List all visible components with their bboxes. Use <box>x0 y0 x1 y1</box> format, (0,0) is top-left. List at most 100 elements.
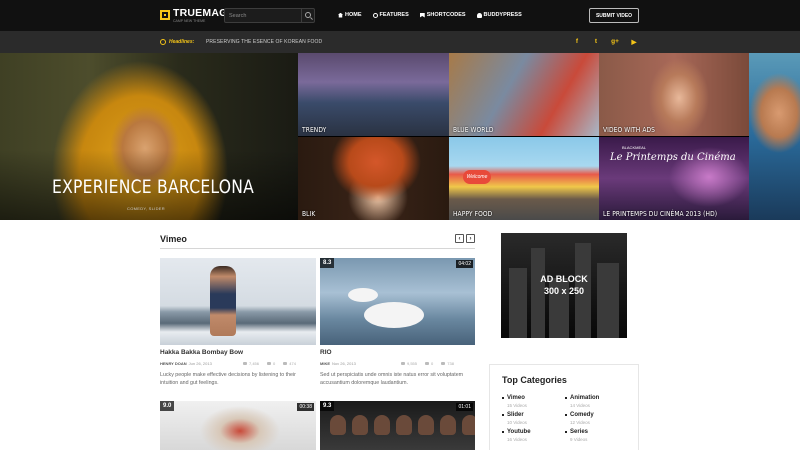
category-count: 10 Videos <box>507 420 527 425</box>
search-input[interactable] <box>225 9 303 22</box>
top-categories-widget: Top Categories Vimeo 15 Videos Animation… <box>489 364 639 450</box>
nav-item-label: FEATURES <box>379 12 409 18</box>
bullet-icon <box>565 397 567 399</box>
hero-tile-caption: VIDEO WITH ADS <box>603 126 656 134</box>
hero-tile-caption: HAPPY FOOD <box>453 210 493 218</box>
bullet-icon <box>502 414 504 416</box>
search-icon <box>305 12 311 18</box>
video-stats: 9,555 0 738 <box>401 361 454 366</box>
bullet-icon <box>502 397 504 399</box>
eye-icon <box>243 362 247 365</box>
poster-script-title: Le Printemps du Cinéma <box>610 152 736 163</box>
comments-stat: 0 <box>267 361 275 366</box>
facebook-icon[interactable]: f <box>573 38 581 46</box>
chevron-right-icon: › <box>469 235 472 242</box>
hero-tile[interactable] <box>749 53 800 220</box>
video-author[interactable]: HENRY DOAN <box>160 361 187 366</box>
site-logo[interactable]: TRUEMAG CAMP NEW THEME <box>160 7 228 23</box>
hero-slider: EXPERIENCE BARCELONA COMEDY, SLIDER TREN… <box>0 53 800 220</box>
nav-item-shortcodes[interactable]: SHORTCODES <box>419 12 466 18</box>
user-icon <box>476 12 482 18</box>
video-meta: HENRY DOAN Jun 26, 2013 <box>160 361 212 366</box>
hero-tile[interactable]: BLUE WORLD <box>449 53 599 136</box>
poster-brand: BLACKMEAL <box>622 145 647 150</box>
category-count: 15 Videos <box>507 403 527 408</box>
likes-count: 738 <box>447 361 454 366</box>
swan-shape <box>348 288 378 302</box>
youtube-icon[interactable]: ▶ <box>630 38 638 46</box>
duration-badge: 04:02 <box>456 260 473 268</box>
category-name: Comedy <box>570 412 594 418</box>
views-count: 9,555 <box>407 361 418 366</box>
search-button[interactable] <box>301 9 314 22</box>
twitter-icon[interactable]: t <box>592 38 600 46</box>
search-box <box>224 8 315 23</box>
home-icon <box>338 12 343 18</box>
swan-shape <box>364 302 424 328</box>
section-title: Vimeo <box>160 234 187 244</box>
video-description: Lucky people make effective decisions by… <box>160 372 296 386</box>
eye-icon <box>401 362 405 365</box>
video-description: Sed ut perspiciatis unde omnis iste natu… <box>320 372 464 386</box>
bullet-icon <box>565 431 567 433</box>
duration-badge: 01:01 <box>456 403 473 411</box>
thumbnail-figures <box>330 415 475 435</box>
video-meta: MIKE Nov 26, 2013 <box>320 361 356 366</box>
ad-block[interactable]: AD BLOCK 300 x 250 <box>501 233 627 338</box>
thumbnail-figure <box>210 266 236 336</box>
nav-item-features[interactable]: FEATURES <box>372 12 409 18</box>
comments-count: 0 <box>431 361 434 366</box>
headline-link[interactable]: PRESERVING THE ESENCE OF KOREAN FOOD <box>206 39 322 45</box>
next-button[interactable]: › <box>466 234 475 243</box>
category-name: Slider <box>507 412 524 418</box>
category-count: 14 Videos <box>570 403 590 408</box>
nav-item-label: SHORTCODES <box>426 12 466 18</box>
video-thumbnail[interactable]: 9.3 01:01 <box>320 401 475 450</box>
hero-categories: COMEDY, SLIDER <box>127 206 165 211</box>
video-title[interactable]: RIO <box>320 349 332 356</box>
comments-stat: 0 <box>425 361 433 366</box>
nav-item-home[interactable]: HOME <box>338 12 362 18</box>
section-divider <box>160 248 475 249</box>
bullet-icon <box>502 431 504 433</box>
thumbs-up-icon <box>441 362 446 365</box>
video-thumbnail[interactable] <box>160 258 316 345</box>
video-thumbnail[interactable]: 8.3 04:02 <box>320 258 475 345</box>
submit-video-button[interactable]: SUBMIT VIDEO <box>589 8 639 23</box>
hero-tile-caption: BLIK <box>302 210 316 218</box>
social-links: f t g+ ▶ <box>573 38 638 46</box>
views-count: 7,456 <box>249 361 260 366</box>
prev-button[interactable]: ‹ <box>455 234 464 243</box>
rating-badge: 8.3 <box>320 258 335 268</box>
category-name: Animation <box>570 395 600 401</box>
hero-tile-caption: BLUE WORLD <box>453 126 494 134</box>
rating-badge: 9.0 <box>160 401 175 411</box>
google-plus-icon[interactable]: g+ <box>611 38 619 46</box>
category-count: 12 Videos <box>570 420 590 425</box>
nav-item-label: HOME <box>345 12 362 18</box>
hero-title[interactable]: EXPERIENCE BARCELONA <box>52 176 254 198</box>
nav-item-label: BUDDYPRESS <box>483 12 522 18</box>
video-author[interactable]: MIKE <box>320 361 330 366</box>
video-thumbnail[interactable]: 9.0 00:38 <box>160 401 316 450</box>
headlines-icon <box>160 39 166 45</box>
duration-badge: 00:38 <box>297 403 314 411</box>
ad-label-line2: 300 x 250 <box>543 286 585 296</box>
hero-tile[interactable]: VIDEO WITH ADS <box>599 53 749 136</box>
video-date: Jun 26, 2013 <box>188 361 212 366</box>
views-stat: 7,456 <box>243 361 259 366</box>
bookmark-icon <box>419 12 425 18</box>
hero-tile[interactable]: TRENDY <box>298 53 449 136</box>
headlines-bar: Headlines: PRESERVING THE ESENCE OF KORE… <box>0 31 800 53</box>
likes-stat: 474 <box>283 361 296 366</box>
category-name: Youtube <box>507 429 531 435</box>
top-bar: TRUEMAG CAMP NEW THEME HOME FEATURES SHO… <box>0 0 800 31</box>
ad-label: AD BLOCK 300 x 250 <box>501 273 627 297</box>
video-title[interactable]: Hakka Bakka Bombay Bow <box>160 349 243 356</box>
bullet-icon <box>565 414 567 416</box>
nav-item-buddypress[interactable]: BUDDYPRESS <box>476 12 522 18</box>
hero-tile[interactable]: BLIK <box>298 137 449 220</box>
widget-title: Top Categories <box>502 375 567 385</box>
logo-text: TRUEMAG <box>173 7 228 19</box>
comment-icon <box>425 362 430 365</box>
